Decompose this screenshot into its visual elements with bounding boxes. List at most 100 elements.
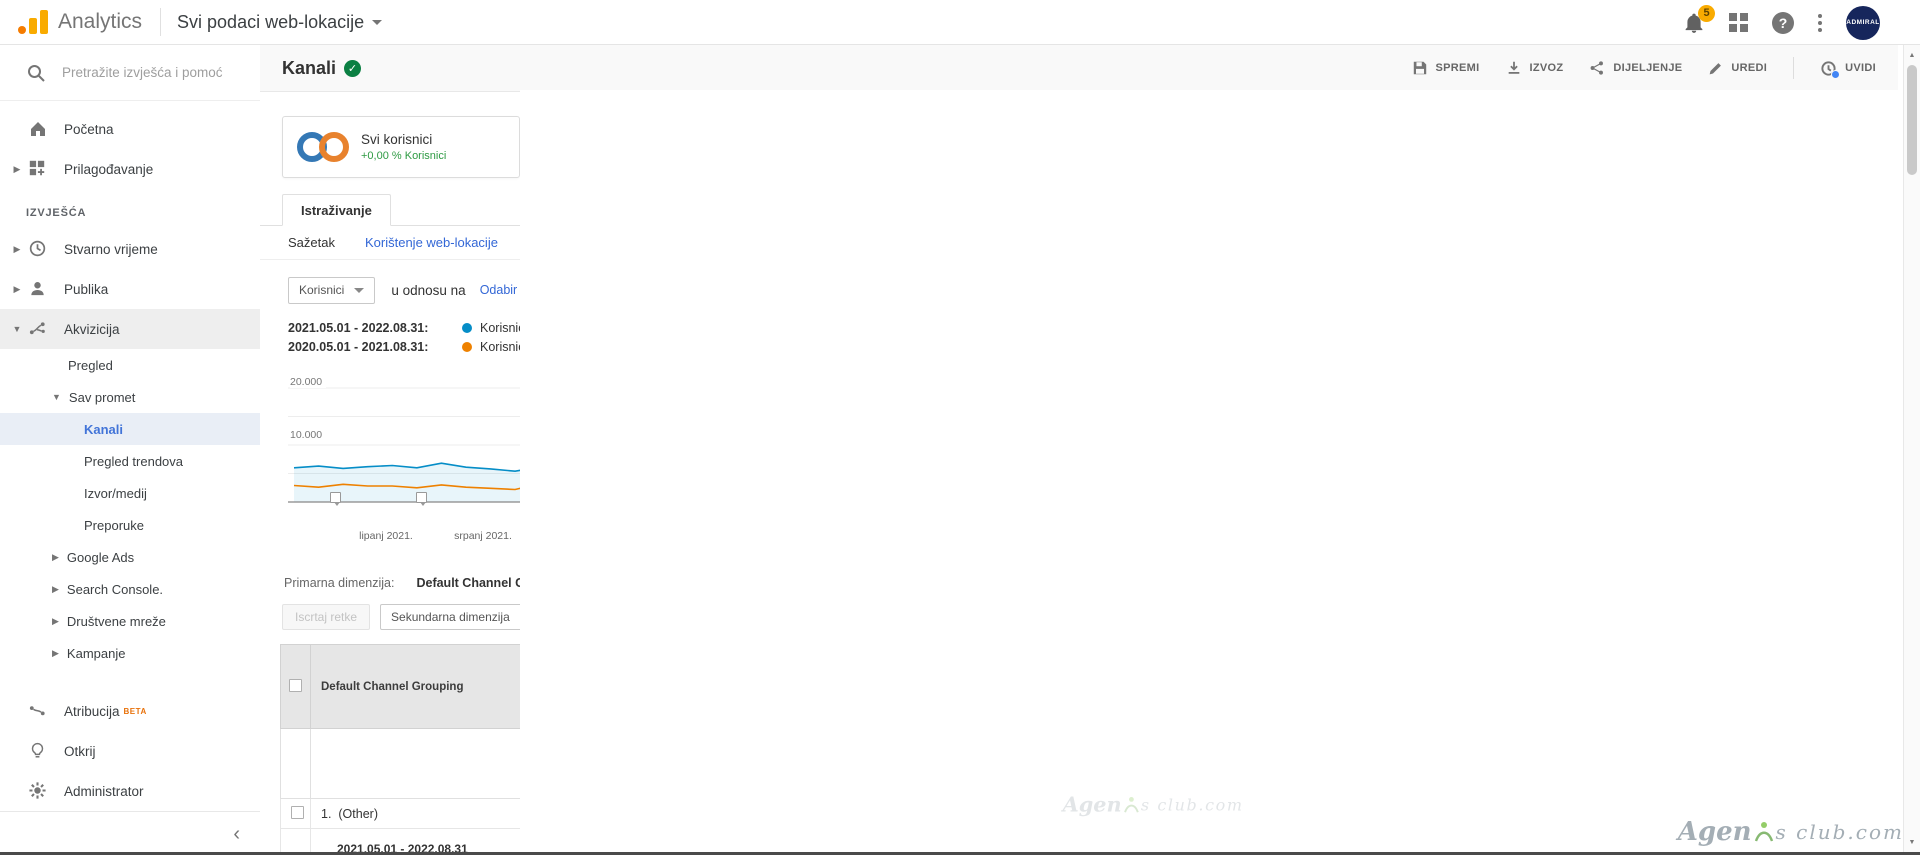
- sidebar-section-izvjesca: IZVJEŠĆA: [0, 189, 260, 229]
- channels-data-table: Default Channel Grouping Akvizicija Pona…: [280, 644, 1897, 855]
- sidebar-item-atribucija[interactable]: Atribucija BETA: [0, 691, 260, 731]
- sidebar-item-pregled-trendova[interactable]: Pregled trendova: [0, 445, 260, 477]
- legend-dot-orange: [462, 342, 472, 352]
- account-selector[interactable]: Svi podaci web-lokacije: [177, 12, 382, 33]
- save-icon: [1412, 60, 1428, 76]
- sidebar-item-kanali[interactable]: Kanali: [0, 413, 260, 445]
- y-axis-tick: 10.000: [290, 429, 326, 441]
- primary-dimension-label: Primarna dimenzija:: [284, 576, 394, 590]
- help-icon[interactable]: ?: [1772, 12, 1794, 34]
- scrollbar-thumb[interactable]: [1907, 65, 1917, 175]
- sidebar-navigation: Početna ▶ Prilagođavanje IZVJEŠĆA ▶ Stva…: [0, 45, 260, 855]
- save-button[interactable]: SPREMI: [1412, 60, 1480, 76]
- channel-name-link[interactable]: (Other): [338, 807, 378, 821]
- select-all-checkbox[interactable]: [289, 679, 302, 692]
- select-all-checkbox-cell: [281, 645, 311, 729]
- sidebar-item-akvizicija[interactable]: ▼ Akvizicija: [0, 309, 260, 349]
- chevron-down-icon: [372, 20, 382, 25]
- google-apps-grid-icon[interactable]: [1729, 13, 1748, 32]
- subtab-sazetak[interactable]: Sažetak: [288, 235, 335, 250]
- expand-right-icon: ▶: [10, 164, 24, 175]
- attribution-icon: [28, 701, 48, 721]
- beta-badge: BETA: [124, 707, 147, 716]
- scroll-up-icon[interactable]: ▲: [1904, 47, 1920, 63]
- expand-down-icon: ▼: [52, 392, 61, 402]
- download-icon: [1506, 60, 1522, 76]
- export-button[interactable]: IZVOZ: [1506, 60, 1564, 76]
- sidebar-item-search-console[interactable]: ▶ Search Console.: [0, 573, 260, 605]
- report-header: Kanali ✓ SPREMI IZVOZ DIJELJENJE UREDI: [260, 45, 1898, 92]
- share-button[interactable]: DIJELJENJE: [1589, 60, 1682, 76]
- user-avatar[interactable]: ADMIRAL: [1846, 6, 1880, 40]
- clock-icon: [28, 239, 48, 259]
- segment-title: Svi korisnici: [361, 132, 446, 147]
- legend-dot-blue: [462, 323, 472, 333]
- divider: [1793, 57, 1794, 79]
- y-axis-tick: 20.000: [290, 376, 326, 388]
- verified-check-icon: ✓: [344, 60, 361, 77]
- subtab-koristenje[interactable]: Korištenje web-lokacije: [365, 235, 498, 250]
- account-selector-label: Svi podaci web-lokacije: [177, 12, 364, 33]
- analytics-logo-icon: [18, 10, 48, 34]
- notifications-bell-icon[interactable]: 5: [1683, 12, 1705, 34]
- brand-name: Analytics: [58, 10, 142, 34]
- main-content: Kanali ✓ SPREMI IZVOZ DIJELJENJE UREDI: [260, 45, 1898, 855]
- tab-istrazivanje[interactable]: Istraživanje: [282, 194, 391, 226]
- edit-button[interactable]: UREDI: [1708, 61, 1767, 76]
- sidebar-item-preporuke[interactable]: Preporuke: [0, 509, 260, 541]
- sidebar-item-administrator[interactable]: Administrator: [0, 771, 260, 811]
- metric-selector-dropdown[interactable]: Korisnici: [288, 277, 375, 304]
- notification-count-badge: 5: [1698, 5, 1715, 22]
- overflow-menu-icon[interactable]: [1818, 14, 1822, 32]
- secondary-dimension-dropdown[interactable]: Sekundarna dimenzija: [380, 604, 541, 630]
- segment-circle-orange-icon: [319, 132, 349, 162]
- home-icon: [28, 119, 48, 139]
- page-title: Kanali: [282, 58, 336, 79]
- sidebar-item-drustvene-mreze[interactable]: ▶ Društvene mreže: [0, 605, 260, 637]
- sidebar-bottom-group: Atribucija BETA Otkrij Administrator ‹: [0, 691, 260, 855]
- row-checkbox[interactable]: [291, 806, 304, 819]
- expand-right-icon: ▶: [52, 552, 59, 563]
- expand-right-icon: ▶: [10, 244, 24, 255]
- sidebar-item-pregled[interactable]: Pregled: [0, 349, 260, 381]
- expand-right-icon: ▶: [52, 584, 59, 595]
- report-actions: SPREMI IZVOZ DIJELJENJE UREDI UVIDI: [1412, 57, 1876, 79]
- expand-right-icon: ▶: [52, 648, 59, 659]
- sidebar-item-izvor-medij[interactable]: Izvor/medij: [0, 477, 260, 509]
- chevron-down-icon: [354, 288, 364, 293]
- sidebar-nav-list: Početna ▶ Prilagođavanje IZVJEŠĆA ▶ Stva…: [0, 101, 260, 691]
- segment-all-users[interactable]: Svi korisnici +0,00 % Korisnici: [282, 116, 520, 178]
- vs-label: u odnosu na: [391, 283, 465, 298]
- expand-right-icon: ▶: [10, 284, 24, 295]
- insights-button[interactable]: UVIDI: [1820, 60, 1876, 77]
- sidebar-item-sav-promet[interactable]: ▼ Sav promet: [0, 381, 260, 413]
- plot-rows-button[interactable]: Iscrtaj retke: [282, 604, 370, 630]
- scroll-down-icon[interactable]: ▼: [1904, 834, 1920, 850]
- customization-icon: [28, 159, 48, 179]
- vertical-scrollbar[interactable]: ▲ ▼: [1903, 45, 1920, 855]
- person-icon: [28, 279, 48, 299]
- sidebar-item-kampanje[interactable]: ▶ Kampanje: [0, 637, 260, 669]
- sidebar-item-stvarno-vrijeme[interactable]: ▶ Stvarno vrijeme: [0, 229, 260, 269]
- expand-down-icon: ▼: [10, 324, 24, 334]
- search-icon: [26, 63, 46, 83]
- expand-right-icon: ▶: [52, 616, 59, 627]
- sidebar-item-clipped: [0, 673, 260, 689]
- pencil-icon: [1708, 61, 1723, 76]
- annotation-marker-icon[interactable]: [330, 492, 341, 503]
- lightbulb-icon: [28, 741, 48, 761]
- sidebar-item-otkrij[interactable]: Otkrij: [0, 731, 260, 771]
- share-icon: [1589, 60, 1605, 76]
- gear-icon: [28, 781, 48, 801]
- acquisition-icon: [28, 319, 48, 339]
- sidebar-search[interactable]: [0, 45, 260, 101]
- annotation-marker-icon[interactable]: [416, 492, 427, 503]
- sidebar-item-google-ads[interactable]: ▶ Google Ads: [0, 541, 260, 573]
- top-app-bar: Analytics Svi podaci web-lokacije 5 ? AD…: [0, 0, 1920, 45]
- sidebar-search-input[interactable]: [62, 65, 242, 80]
- sidebar-footer: ‹: [0, 811, 260, 855]
- sidebar-item-publika[interactable]: ▶ Publika: [0, 269, 260, 309]
- sidebar-item-pocetna[interactable]: Početna: [0, 109, 260, 149]
- collapse-sidebar-icon[interactable]: ‹: [233, 824, 240, 844]
- sidebar-item-prilagodavanje[interactable]: ▶ Prilagođavanje: [0, 149, 260, 189]
